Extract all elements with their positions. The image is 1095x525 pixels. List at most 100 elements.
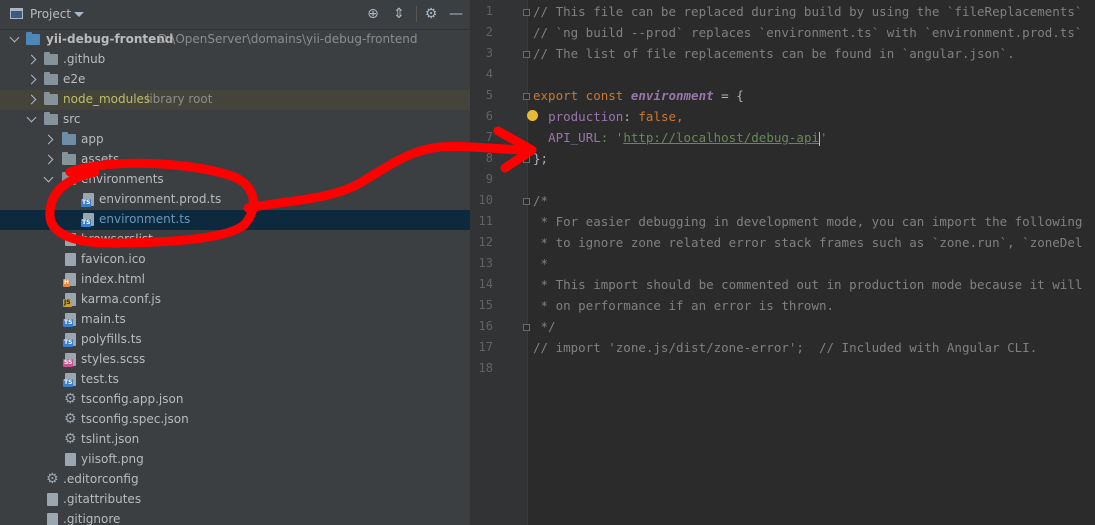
chevron-down-icon[interactable] [26,112,37,123]
tree-item-label: tslint.json [81,432,140,446]
tree-row-index-html[interactable]: H index.html [0,270,470,290]
tree-row-tslint[interactable]: ⚙ tslint.json [0,430,470,450]
file-icon [47,513,58,525]
line-number: 15 [478,298,493,312]
collapse-all-icon[interactable]: ⇕ [391,6,407,22]
tree-item-label: .editorconfig [63,472,139,486]
code-line-7: API_URL: 'http://localhost/debug-api' [533,130,828,146]
code-token: : [623,109,639,124]
code-line-1: // This file can be replaced during buil… [533,4,1083,19]
tree-item-label: e2e [63,72,86,86]
tree-row-root[interactable]: yii-debug-frontend D:\OpenServer\domains… [0,30,470,50]
code-token: : ' [600,130,624,145]
tree-row-app[interactable]: app [0,130,470,150]
tree-row-gitignore[interactable]: .gitignore [0,510,470,525]
typescript-file-icon: TS [63,313,76,327]
folder-icon [44,112,58,125]
tree-row-github[interactable]: .github [0,50,470,70]
code-line-8: }; [533,151,549,166]
tree-item-label: app [81,132,104,146]
code-token: = { [713,88,744,103]
tree-row-environment-prod[interactable]: TS environment.prod.ts [0,190,470,210]
chevron-down-icon[interactable] [74,12,84,17]
json-config-icon: ⚙ [64,391,77,407]
tree-row-src[interactable]: src [0,110,470,130]
line-number: 5 [485,88,493,102]
typescript-file-icon: TS [63,373,76,387]
code-line-13: * [533,256,549,271]
tree-row-e2e[interactable]: e2e [0,70,470,90]
javascript-file-icon: JS [63,293,76,307]
tree-row-editorconfig[interactable]: ⚙ .editorconfig [0,470,470,490]
line-number: 1 [485,4,493,18]
tree-row-tsconfig-app[interactable]: ⚙ tsconfig.app.json [0,390,470,410]
tree-row-node-modules[interactable]: node_modules library root [0,90,470,110]
fold-marker[interactable] [523,156,530,163]
chevron-right-icon[interactable] [26,74,37,85]
tree-row-browserslist[interactable]: browserslist [0,230,470,250]
tree-row-tsconfig-spec[interactable]: ⚙ tsconfig.spec.json [0,410,470,430]
line-number: 11 [478,214,493,228]
tree-item-label: index.html [81,272,145,286]
tree-row-environment[interactable]: TS environment.ts [0,210,470,230]
tree-row-main-ts[interactable]: TS main.ts [0,310,470,330]
typescript-file-icon: TS [63,333,76,347]
tree-item-label: .gitattributes [63,492,142,506]
chevron-right-icon[interactable] [43,134,54,145]
tree-item-label: assets [81,152,120,166]
typescript-file-icon: TS [81,213,94,227]
tree-row-environments[interactable]: environments [0,170,470,190]
line-number: 18 [478,361,493,375]
code-line-17: // import 'zone.js/dist/zone-error'; // … [533,340,1038,355]
code-token: , [676,109,684,124]
chevron-right-icon[interactable] [26,94,37,105]
variable-token: environment [630,88,714,103]
url-token[interactable]: http://localhost/debug-api [623,130,819,145]
code-editor[interactable]: 1 2 3 4 5 6 7 8 9 10 11 12 13 14 15 16 1… [471,0,1095,525]
keyword-token: export const [533,88,631,103]
fold-marker[interactable] [523,198,530,205]
tree-row-gitattributes[interactable]: .gitattributes [0,490,470,510]
fold-marker[interactable] [523,51,530,58]
gear-icon: ⚙ [46,471,59,487]
tree-item-label: .github [63,52,106,66]
code-line-2: // `ng build --prod` replaces `environme… [533,25,1083,40]
line-number: 17 [478,340,493,354]
line-number: 3 [485,46,493,60]
file-icon [65,233,76,246]
chevron-down-icon[interactable] [9,32,20,43]
tree-item-label: karma.conf.js [81,292,161,306]
fold-marker[interactable] [523,324,530,331]
fold-marker[interactable] [523,9,530,16]
tree-item-label: environments [81,172,164,186]
chevron-right-icon[interactable] [26,54,37,65]
scss-file-icon: SS [63,353,76,367]
tree-row-test-ts[interactable]: TS test.ts [0,370,470,390]
line-number: 2 [485,25,493,39]
keyword-token: false [638,109,677,124]
tree-row-yiisoft-png[interactable]: yiisoft.png [0,450,470,470]
tree-row-styles[interactable]: SS styles.scss [0,350,470,370]
chevron-right-icon[interactable] [43,154,54,165]
tree-row-assets[interactable]: assets [0,150,470,170]
project-toolbar: Project ⊕ ⇕ ⚙ — [0,0,470,30]
tree-row-polyfills[interactable]: TS polyfills.ts [0,330,470,350]
folder-icon [62,152,76,165]
folder-icon [44,52,58,65]
chevron-down-icon[interactable] [43,172,54,183]
project-view-title[interactable]: Project [30,7,71,21]
project-icon [10,8,23,19]
line-number: 16 [478,319,493,333]
json-config-icon: ⚙ [64,411,77,427]
code-line-6: production: false, [533,109,684,124]
tree-item-label: yii-debug-frontend [46,32,174,46]
tree-row-favicon[interactable]: favicon.ico [0,250,470,270]
project-panel: Project ⊕ ⇕ ⚙ — yii-debug-frontend D:\Op… [0,0,471,525]
gear-icon[interactable]: ⚙ [423,6,439,22]
fold-marker[interactable] [523,93,530,100]
tree-row-karma[interactable]: JS karma.conf.js [0,290,470,310]
minimize-icon[interactable]: — [448,6,464,22]
code-line-15: * on performance if an error is thrown. [533,298,835,313]
locate-icon[interactable]: ⊕ [365,6,381,22]
tree-item-label: tsconfig.app.json [81,392,184,406]
